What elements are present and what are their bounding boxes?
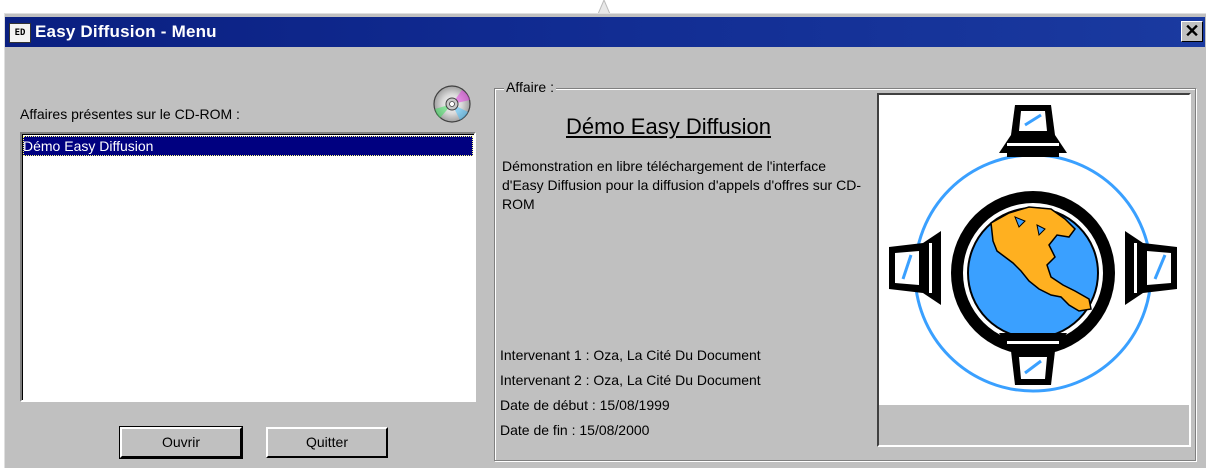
affaire-group-label: Affaire :: [504, 79, 556, 95]
affaire-image-panel: [877, 93, 1191, 447]
intervenant-1: Intervenant 1 : Oza, La Cité Du Document: [500, 347, 761, 363]
globe-network-logo: [879, 95, 1189, 405]
open-button[interactable]: Ouvrir: [119, 426, 243, 459]
listbox-frame: Démo Easy Diffusion: [22, 134, 474, 400]
list-item[interactable]: Démo Easy Diffusion: [23, 136, 473, 156]
app-icon: ED: [9, 23, 31, 43]
quit-button[interactable]: Quitter: [266, 427, 388, 458]
affaire-description: Démonstration en libre téléchargement de…: [502, 158, 861, 212]
cd-affaires-label: Affaires présentes sur le CD-ROM :: [20, 106, 240, 122]
affaires-listbox[interactable]: Démo Easy Diffusion: [20, 132, 476, 402]
window-title: Easy Diffusion - Menu: [35, 22, 217, 41]
start-date: Date de début : 15/08/1999: [500, 397, 670, 413]
cd-rom-icon: [432, 84, 472, 124]
title-bar[interactable]: ED Easy Diffusion - Menu ✕: [5, 17, 1205, 47]
intervenant-2: Intervenant 2 : Oza, La Cité Du Document: [500, 372, 761, 388]
close-button[interactable]: ✕: [1181, 21, 1203, 42]
affaire-title: Démo Easy Diffusion: [566, 114, 772, 139]
end-date: Date de fin : 15/08/2000: [500, 422, 650, 438]
